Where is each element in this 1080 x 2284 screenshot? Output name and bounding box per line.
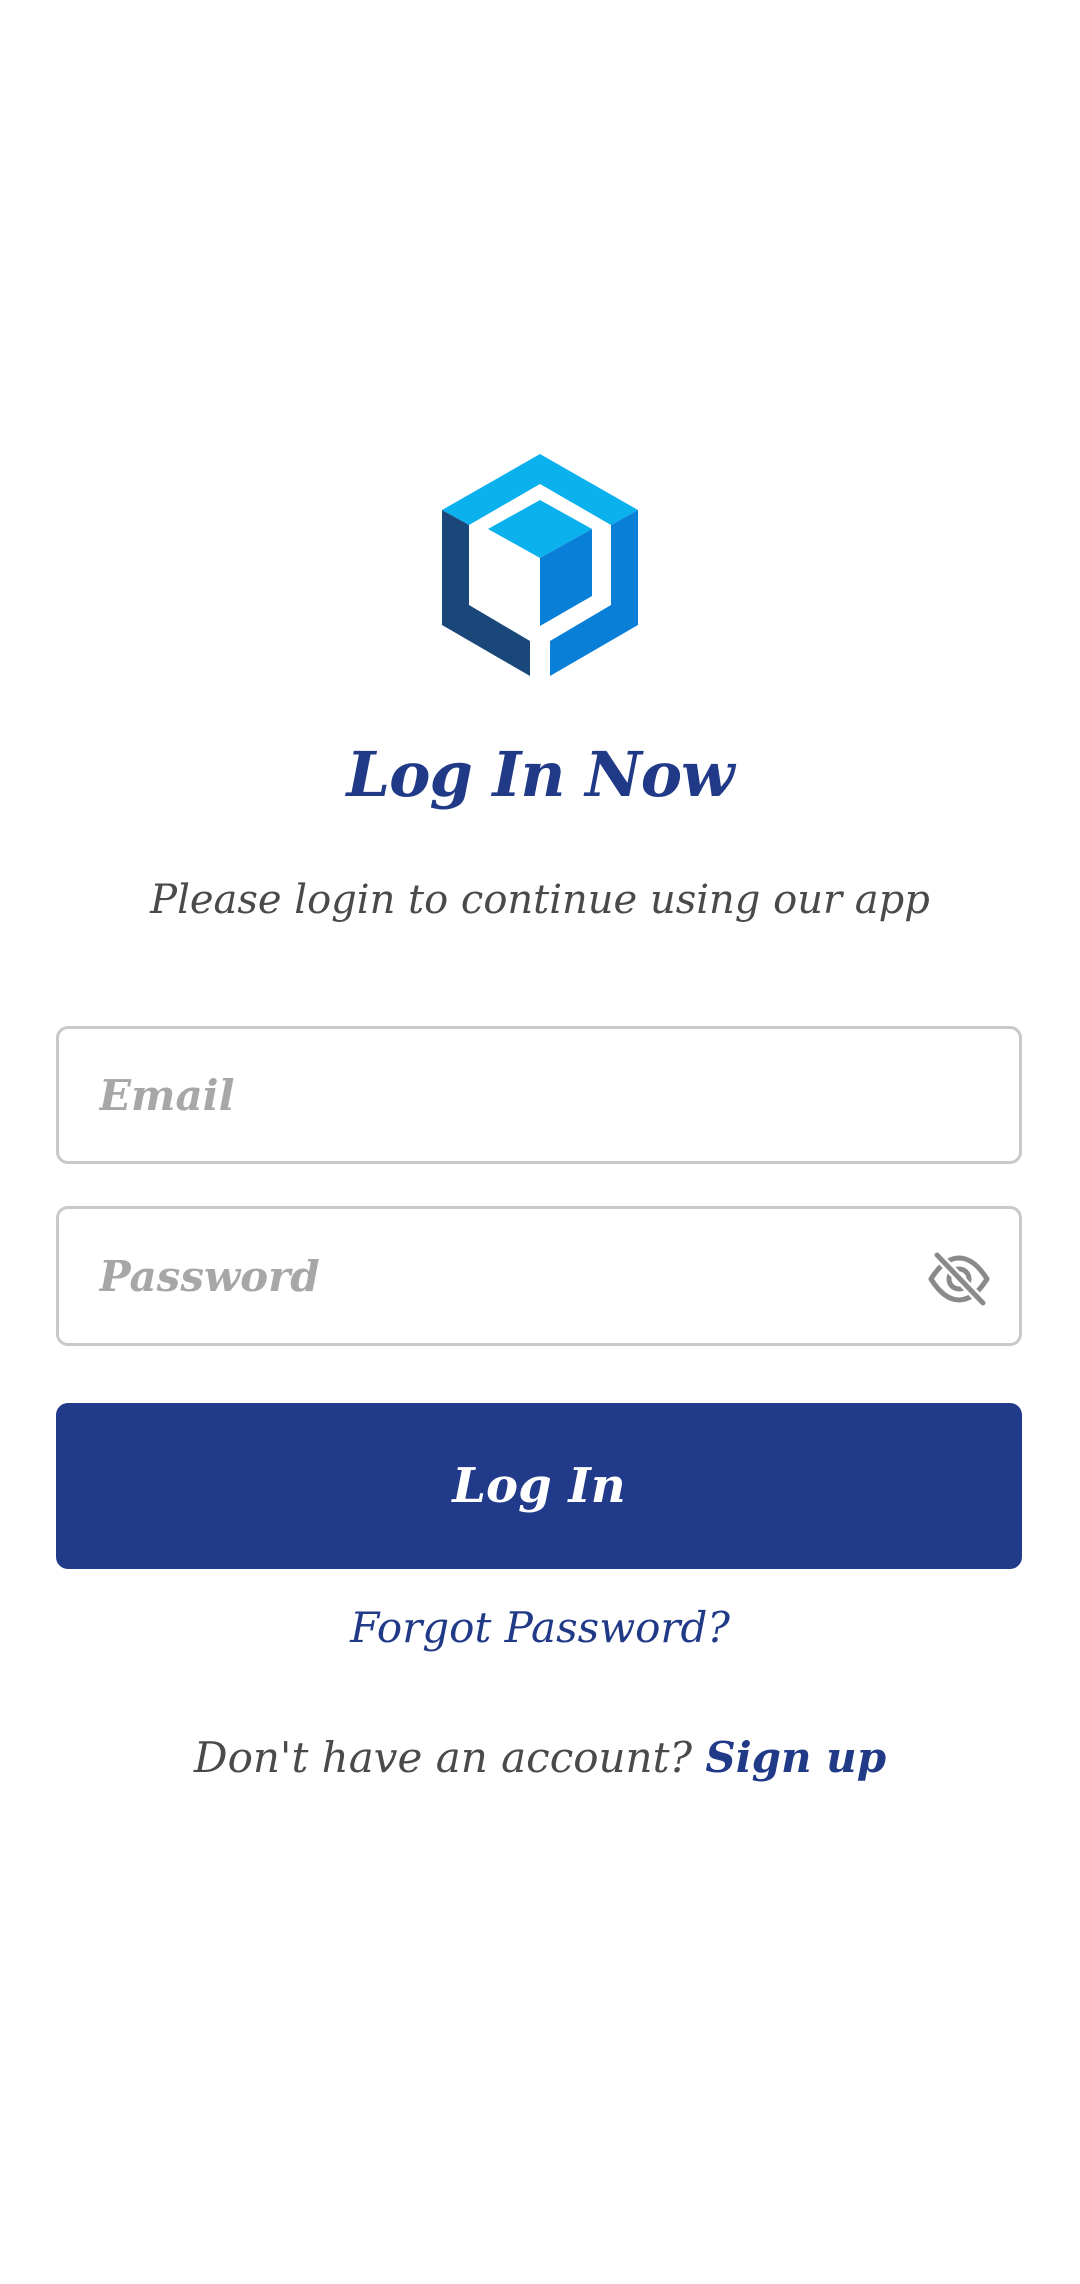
login-button[interactable]: Log In <box>56 1403 1022 1569</box>
password-input[interactable] <box>99 1209 919 1343</box>
page-subtitle: Please login to continue using our app <box>150 877 930 923</box>
password-field-container[interactable] <box>56 1206 1022 1346</box>
eye-off-icon[interactable] <box>927 1249 991 1309</box>
forgot-password-link[interactable]: Forgot Password? <box>0 1598 1080 1658</box>
signup-prompt-text: Don't have an account? <box>193 1733 693 1782</box>
email-input[interactable] <box>99 1029 919 1161</box>
signup-prompt: Don't have an account? Sign up <box>0 1728 1080 1788</box>
cube-logo-icon <box>442 454 638 676</box>
signup-link[interactable]: Sign up <box>705 1733 886 1782</box>
page-title: Log In Now <box>346 738 735 811</box>
email-field-container[interactable] <box>56 1026 1022 1164</box>
